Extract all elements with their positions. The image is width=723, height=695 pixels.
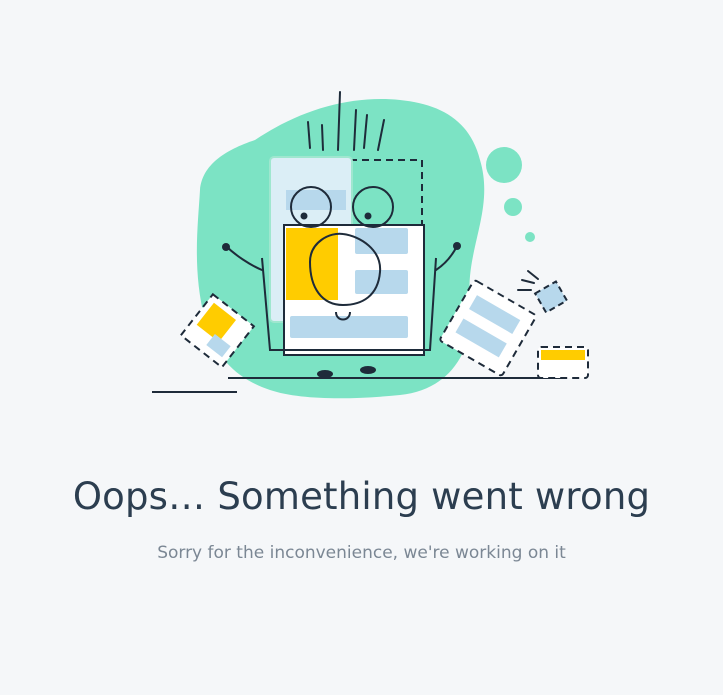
bubble-large <box>486 147 522 183</box>
small-block <box>533 280 569 314</box>
error-subtitle: Sorry for the inconvenience, we're worki… <box>157 543 566 563</box>
yellow-block <box>286 228 338 300</box>
broken-document-illustration <box>152 91 589 399</box>
error-title: Oops… Something went wrong <box>72 475 651 518</box>
bubble-medium <box>504 198 522 216</box>
bubble-small <box>525 232 535 242</box>
error-page: Oops… Something went wrong Sorry for the… <box>0 0 723 695</box>
